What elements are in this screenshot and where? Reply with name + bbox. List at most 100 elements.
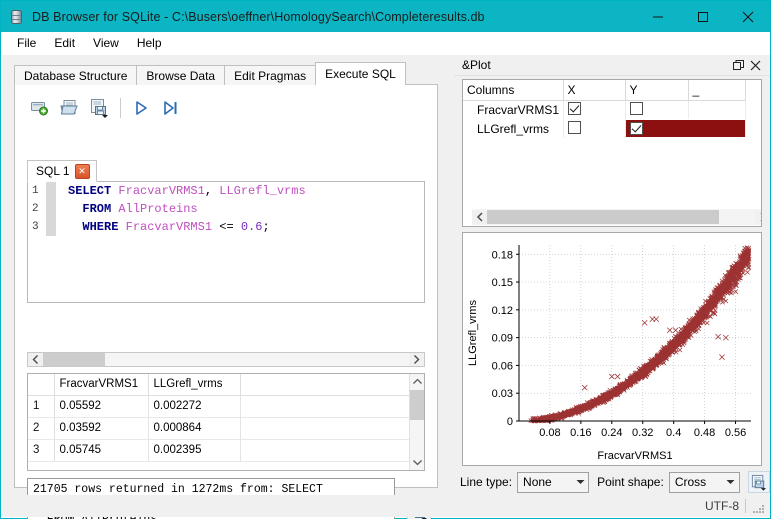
table-row[interactable]: 1 0.05592 0.002272 <box>28 395 411 418</box>
menu-file[interactable]: File <box>8 33 45 53</box>
row-index-cell[interactable]: 1 <box>28 395 55 418</box>
y-checkbox-llgrefl-vrms[interactable] <box>629 122 643 135</box>
svg-text:0.12: 0.12 <box>492 305 513 317</box>
scatter-plot[interactable]: 0.08 0.16 0.24 0.32 0.4 0.48 0.56 0 0.03 0.06 0.09… <box>462 232 762 466</box>
plot-column-x-cell[interactable] <box>563 119 626 138</box>
menu-edit[interactable]: Edit <box>45 33 84 53</box>
plot-column-y-cell[interactable] <box>625 100 689 119</box>
execute-sql-page: SQL 1 ✕ 1 SELECT FracvarVRMS1, LLGrefl_vr… <box>14 84 438 519</box>
sql-toolbar <box>25 93 186 123</box>
maximize-icon[interactable] <box>680 1 725 32</box>
svg-text:0.08: 0.08 <box>539 427 560 439</box>
resize-grip[interactable] <box>750 499 764 513</box>
plot-column-color-cell[interactable] <box>688 100 746 119</box>
tab-database-structure[interactable]: Database Structure <box>14 65 138 85</box>
plot-column-y-cell[interactable] <box>625 119 746 138</box>
new-tab-icon[interactable] <box>25 94 55 122</box>
cell-empty[interactable] <box>240 417 411 440</box>
scroll-right-icon[interactable] <box>755 210 761 224</box>
cell-fracvarvrms1[interactable]: 0.05592 <box>54 395 149 418</box>
svg-text:0.24: 0.24 <box>601 427 622 439</box>
scroll-right-icon[interactable] <box>409 353 424 366</box>
scrollbar-thumb[interactable] <box>487 210 719 224</box>
editor-line: 3 WHERE FracvarVRMS1 <= 0.6; <box>28 218 424 236</box>
table-row[interactable]: 3 0.05745 0.002395 <box>28 439 411 462</box>
plot-column-row[interactable]: FracvarVRMS1 <box>463 100 746 119</box>
point-shape-select[interactable]: Cross <box>668 471 740 493</box>
sql-tab-1[interactable]: SQL 1 ✕ <box>27 160 97 182</box>
svg-text:0.32: 0.32 <box>632 427 653 439</box>
window-title: DB Browser for SQLite - C:\Busers\oeffne… <box>32 9 485 24</box>
editor-line: 2 FROM AllProteins <box>28 200 424 218</box>
plot-columns-horizontal-scrollbar[interactable] <box>472 209 761 225</box>
results-grid[interactable]: FracvarVRMS1 LLGrefl_vrms 1 0.05592 0.0022… <box>27 373 425 471</box>
sql-tab-bar: SQL 1 ✕ <box>27 160 425 182</box>
scroll-down-icon[interactable] <box>410 455 424 470</box>
tab-edit-pragmas[interactable]: Edit Pragmas <box>224 65 317 85</box>
cell-fracvarvrms1[interactable]: 0.05745 <box>54 439 149 462</box>
results-header-filler <box>240 374 411 396</box>
scroll-up-icon[interactable] <box>410 374 424 389</box>
plot-dock-title-bar: &Plot <box>454 55 770 76</box>
cell-llgrefl-vrms[interactable]: 0.002395 <box>148 439 241 462</box>
cell-llgrefl-vrms[interactable]: 0.002272 <box>148 395 241 418</box>
sql-editor-lines: 1 SELECT FracvarVRMS1, LLGrefl_vrms 2 FROM… <box>28 182 424 236</box>
minimize-icon[interactable] <box>635 1 680 32</box>
x-checkbox-llgrefl-vrms[interactable] <box>567 120 581 134</box>
cell-empty[interactable] <box>240 395 411 418</box>
y-color-swatch[interactable] <box>625 120 744 137</box>
execute-line-icon[interactable] <box>156 94 186 122</box>
cell-empty[interactable] <box>240 439 411 462</box>
x-checkbox-fracvarvrms1[interactable] <box>567 101 581 115</box>
cell-fracvarvrms1[interactable]: 0.03592 <box>54 417 149 440</box>
editor-line-code: SELECT FracvarVRMS1, LLGrefl_vrms <box>68 184 306 198</box>
line-number: 1 <box>28 182 46 200</box>
editor-horizontal-scrollbar[interactable] <box>27 352 425 367</box>
close-icon[interactable] <box>747 57 764 73</box>
svg-text:0.56: 0.56 <box>725 427 746 439</box>
results-header-col-a[interactable]: FracvarVRMS1 <box>54 374 149 396</box>
close-icon[interactable]: ✕ <box>74 163 90 179</box>
results-header-col-b[interactable]: LLGrefl_vrms <box>148 374 241 396</box>
execute-all-icon[interactable] <box>126 94 156 122</box>
plot-column-row[interactable]: LLGrefl_vrms <box>463 119 746 138</box>
plot-col-header-columns: Columns <box>463 80 564 101</box>
scrollbar-thumb[interactable] <box>43 353 105 366</box>
scrollbar-track[interactable] <box>43 353 409 366</box>
plot-columns-panel[interactable]: Columns X Y _ FracvarVRMS1 LLGrefl_vrms <box>462 79 762 227</box>
menu-help[interactable]: Help <box>128 33 171 53</box>
scroll-left-icon[interactable] <box>28 353 43 366</box>
gutter-strip <box>46 200 56 218</box>
scroll-left-icon[interactable] <box>472 210 487 224</box>
sql-editor[interactable]: 1 SELECT FracvarVRMS1, LLGrefl_vrms 2 FROM… <box>27 181 425 303</box>
encoding-label: UTF-8 <box>705 499 746 513</box>
open-file-icon[interactable] <box>55 94 85 122</box>
save-plot-icon[interactable] <box>747 471 770 493</box>
gutter-strip <box>46 218 56 236</box>
table-row[interactable]: 2 0.03592 0.000864 <box>28 417 411 440</box>
scrollbar-track[interactable] <box>487 210 755 224</box>
results-vertical-scrollbar[interactable] <box>409 374 424 470</box>
svg-text:0: 0 <box>507 416 513 428</box>
close-icon[interactable] <box>725 1 770 32</box>
tab-execute-sql[interactable]: Execute SQL <box>315 62 406 85</box>
editor-line: 1 SELECT FracvarVRMS1, LLGrefl_vrms <box>28 182 424 200</box>
row-index-cell[interactable]: 2 <box>28 417 55 440</box>
status-bar: UTF-8 <box>2 495 770 517</box>
row-index-cell[interactable]: 3 <box>28 439 55 462</box>
y-checkbox-fracvarvrms1[interactable] <box>629 101 643 115</box>
plot-column-x-cell[interactable] <box>563 100 626 119</box>
line-number: 2 <box>28 200 46 218</box>
save-file-icon[interactable] <box>85 94 115 122</box>
scrollbar-thumb[interactable] <box>410 390 424 420</box>
point-shape-label: Point shape: <box>597 475 664 489</box>
line-type-value: None <box>523 475 552 489</box>
tab-browse-data[interactable]: Browse Data <box>136 65 226 85</box>
database-icon <box>9 9 25 25</box>
line-type-select[interactable]: None <box>517 471 590 493</box>
float-icon[interactable] <box>730 57 747 73</box>
menu-view[interactable]: View <box>84 33 128 53</box>
plot-controls: Line type: None Point shape: Cross <box>454 469 770 495</box>
cell-llgrefl-vrms[interactable]: 0.000864 <box>148 417 241 440</box>
chevron-down-icon <box>723 478 739 487</box>
